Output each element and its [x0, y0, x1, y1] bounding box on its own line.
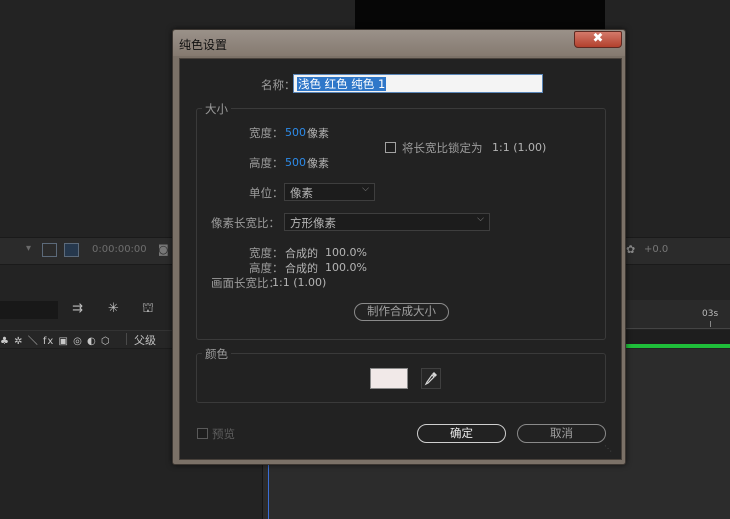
layer-switches-header: ♣ ✲ ＼ fx ▣ ◎ ◐ ⬡ 父级 [0, 330, 175, 349]
color-swatch[interactable] [370, 368, 408, 389]
ruler-label: 03s [702, 309, 719, 319]
make-comp-size-button[interactable]: 制作合成大小 [354, 303, 449, 321]
draft-3d-icon[interactable]: ✳ [108, 301, 119, 316]
close-icon: ✖ [592, 31, 604, 46]
close-button[interactable]: ✖ [574, 31, 622, 48]
comp-height-value: 合成的 [285, 262, 318, 275]
switch-icons[interactable]: ♣ ✲ ＼ fx ▣ ◎ ◐ ⬡ [0, 332, 111, 347]
comp-width-label: 宽度： [249, 246, 284, 260]
dialog-body: 名称： 浅色 红色 纯色 1 大小 宽度： 500 像素 将长宽比锁定为 1:1… [179, 58, 622, 460]
grid-icon[interactable] [42, 243, 57, 257]
dialog-title: 纯色设置 [179, 38, 228, 52]
name-input[interactable]: 浅色 红色 纯色 1 [293, 74, 543, 93]
gear-icon[interactable]: ✿ [626, 243, 635, 256]
height-value[interactable]: 500 [285, 156, 306, 169]
frame-aspect-label: 画面长宽比： [211, 276, 280, 290]
render-cache-bar [626, 344, 730, 348]
solid-settings-dialog: 纯色设置 ✖ 名称： 浅色 红色 纯色 1 大小 宽度： 500 像素 将长宽比… [172, 29, 626, 465]
time-ruler[interactable]: 03s [626, 300, 730, 329]
pixel-aspect-label: 像素长宽比： [211, 216, 280, 230]
lock-aspect-ratio: 1:1 (1.00) [492, 141, 547, 154]
playhead[interactable] [268, 462, 269, 519]
height-label: 高度： [249, 156, 284, 170]
ok-button[interactable]: 确定 [417, 424, 506, 443]
comp-width-pct: 100.0% [325, 246, 367, 259]
composition-viewer [355, 0, 605, 30]
graph-flow-icon[interactable]: ⇉ [72, 301, 83, 316]
pixel-aspect-dropdown[interactable]: 方形像素 ⌵ [284, 213, 490, 231]
exposure-value[interactable]: +0.0 [644, 244, 668, 255]
comp-height-label: 高度： [249, 261, 284, 275]
cancel-button[interactable]: 取消 [517, 424, 606, 443]
unit-label: 单位： [249, 186, 284, 200]
timecode-display[interactable]: 0:00:00:00 [92, 244, 147, 255]
eyedropper-icon [424, 372, 437, 386]
unit-value: 像素 [290, 186, 313, 200]
lock-aspect-label: 将长宽比锁定为 [402, 141, 483, 155]
shy-layers-icon[interactable]: ⛫ [142, 301, 154, 318]
width-label: 宽度： [249, 126, 284, 140]
name-value: 浅色 红色 纯色 1 [297, 77, 387, 91]
height-unit: 像素 [307, 157, 329, 170]
width-value[interactable]: 500 [285, 126, 306, 139]
resize-grip-icon[interactable]: ⋱ [604, 444, 612, 453]
ruler-tick [710, 321, 711, 327]
work-area-bar[interactable] [626, 330, 730, 344]
dialog-titlebar[interactable]: 纯色设置 ✖ [173, 30, 625, 56]
camera-icon[interactable]: ◙ [158, 243, 169, 256]
preview-checkbox[interactable] [197, 428, 208, 439]
lock-aspect-checkbox[interactable] [385, 142, 396, 153]
chevron-down-icon: ⌵ [477, 214, 484, 224]
size-group-label: 大小 [202, 101, 231, 117]
name-label: 名称： [261, 78, 296, 92]
frame-aspect-value: 1:1 (1.00) [272, 276, 327, 289]
eyedropper-button[interactable] [421, 368, 441, 389]
region-icon[interactable] [64, 243, 79, 257]
width-unit: 像素 [307, 127, 329, 140]
parent-column-header[interactable]: 父级 [134, 332, 156, 348]
preview-label: 预览 [212, 427, 235, 441]
color-group-label: 颜色 [202, 346, 231, 362]
chevron-down-icon[interactable]: ▾ [26, 243, 31, 254]
column-divider [126, 333, 127, 345]
comp-height-pct: 100.0% [325, 261, 367, 274]
chevron-down-icon: ⌵ [362, 184, 369, 194]
timeline-search-input[interactable] [0, 301, 58, 319]
unit-dropdown[interactable]: 像素 ⌵ [284, 183, 375, 201]
comp-width-value: 合成的 [285, 247, 318, 260]
pixel-aspect-value: 方形像素 [290, 216, 336, 230]
